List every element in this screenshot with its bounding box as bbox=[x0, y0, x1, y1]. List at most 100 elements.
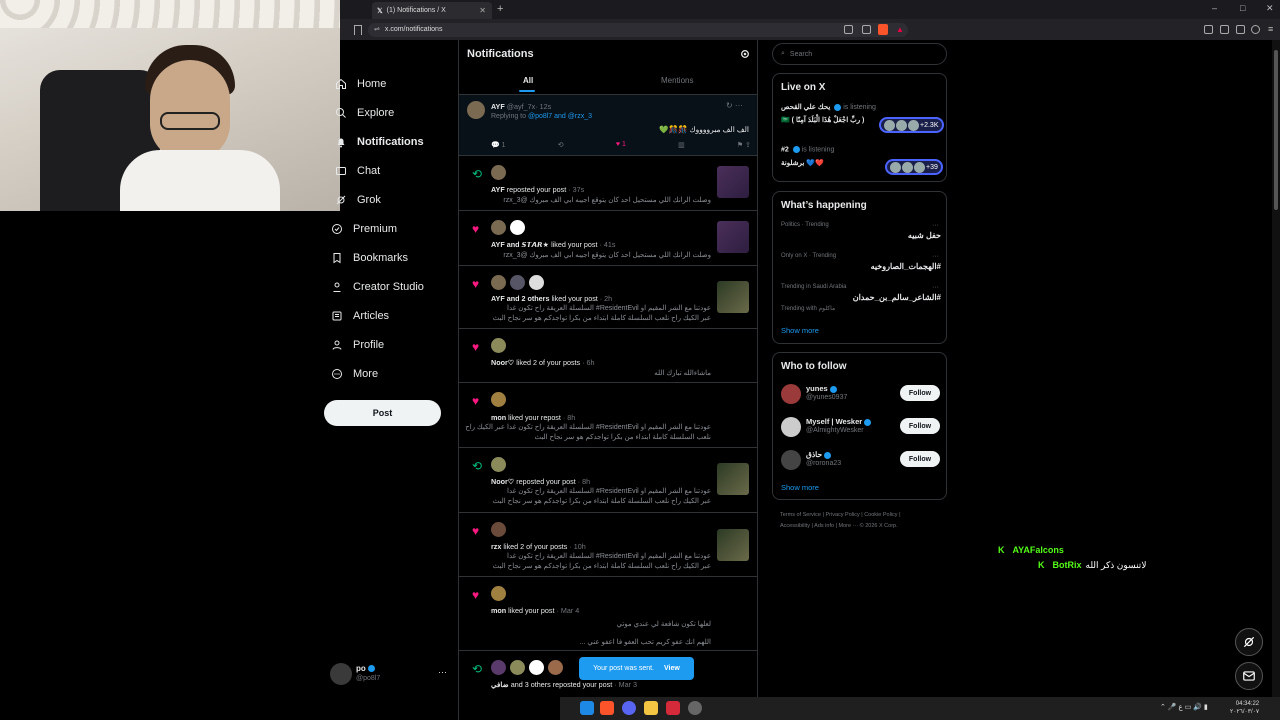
reply-post[interactable]: AYF @ayf_7x· 12s ↻ ··· Replying to @po8l… bbox=[459, 95, 757, 156]
avatar-group bbox=[491, 338, 506, 353]
repost-icon[interactable]: ⟲ bbox=[558, 141, 564, 149]
account-handle: @po8l7 bbox=[356, 675, 381, 682]
like-action[interactable]: ♥ 1 bbox=[616, 141, 626, 149]
home-icon bbox=[334, 78, 347, 91]
nav-home[interactable]: Home bbox=[334, 73, 386, 95]
gear-icon[interactable] bbox=[740, 49, 750, 59]
nav-creator-studio[interactable]: Creator Studio bbox=[330, 276, 424, 298]
post-preview: لعلها تكون شافعة لي عندي موتي bbox=[616, 621, 711, 628]
close-window-button[interactable]: ✕ bbox=[1266, 3, 1274, 14]
search-input[interactable]: ⌕ Search bbox=[772, 43, 947, 65]
notification-item[interactable]: ♥ AYF and 𝙎𝙏𝘼𝙍★ liked your post · 41s وص… bbox=[459, 212, 757, 266]
obs-icon[interactable] bbox=[688, 701, 702, 715]
show-more-link[interactable]: Show more bbox=[781, 326, 819, 335]
cast-icon[interactable] bbox=[844, 25, 853, 34]
post-preview: اللهم انك عفو كريم تحب العفو فا اعفو عني… bbox=[579, 639, 711, 646]
post-preview: عودتنا مع الشر المقيم او ResidentEvil# ا… bbox=[465, 424, 711, 431]
show-more-link[interactable]: Show more bbox=[781, 483, 819, 492]
reply-action[interactable]: 💬 1 bbox=[491, 141, 506, 149]
share-icon[interactable] bbox=[862, 25, 871, 34]
follow-button[interactable]: Follow bbox=[900, 418, 940, 434]
live-listeners[interactable]: +39 bbox=[885, 159, 943, 175]
nav-chat[interactable]: Chat bbox=[334, 160, 380, 182]
clock[interactable]: 04:34:22 ٢٠٢٦/٠٣/٠٧ bbox=[1230, 700, 1259, 716]
live-item[interactable]: #2 is listening bbox=[781, 146, 834, 153]
footer-link[interactable]: Privacy Policy bbox=[825, 512, 859, 518]
notification-item[interactable]: ♥ AYF and 2 others liked your post · 2h … bbox=[459, 267, 757, 329]
notification-item[interactable]: ♥ rzx liked 2 of your posts · 10h عودتنا… bbox=[459, 514, 757, 577]
start-icon[interactable] bbox=[580, 701, 594, 715]
follow-suggestion[interactable]: yunes @yunes0937 Follow bbox=[781, 382, 941, 408]
footer-link[interactable]: Cookie Policy bbox=[864, 512, 897, 518]
live-item[interactable]: يحك علي القحص is listening bbox=[781, 103, 876, 111]
post-button[interactable]: Post bbox=[324, 400, 441, 426]
notification-text: AYF reposted your post · 37s bbox=[491, 185, 585, 194]
bookmark-page-icon[interactable] bbox=[354, 25, 362, 35]
app-icon[interactable] bbox=[666, 701, 680, 715]
follow-suggestion[interactable]: حاذق @rorona23 Follow bbox=[781, 448, 941, 474]
notification-item[interactable]: ⟲ Noor♡ reposted your post · 8h عودتنا م… bbox=[459, 449, 757, 513]
footer-link[interactable]: Terms of Service bbox=[780, 512, 821, 518]
avatar bbox=[467, 101, 485, 119]
browser-tab[interactable]: 𝕏 (1) Notifications / X ✕ bbox=[372, 2, 492, 19]
nav-bookmarks[interactable]: Bookmarks bbox=[330, 247, 408, 269]
new-tab-button[interactable]: + bbox=[497, 3, 503, 15]
notification-item[interactable]: ⟲ AYF reposted your post · 37s وصلت الرا… bbox=[459, 157, 757, 211]
trend-item[interactable]: Only on X · Trending ··· #الهجمات_الصاروخي… bbox=[781, 253, 941, 271]
brave-rewards-icon[interactable]: ▲ bbox=[896, 25, 904, 34]
follow-suggestion[interactable]: Myself | Wesker @AlmightyWesker Follow bbox=[781, 415, 941, 441]
account-switcher[interactable]: po @po8l7 ··· bbox=[330, 660, 458, 690]
nav-notifications[interactable]: Notifications bbox=[334, 131, 424, 153]
reply-menu-icon[interactable]: ↻ ··· bbox=[726, 101, 743, 110]
tab-all[interactable]: All bbox=[518, 76, 536, 92]
url-text: x.com/notifications bbox=[384, 26, 443, 33]
account-more-icon[interactable]: ··· bbox=[438, 667, 447, 677]
brave-shields-icon[interactable] bbox=[878, 24, 888, 35]
notification-item[interactable]: ♥ mon liked your post · Mar 4 لعلها تكون… bbox=[459, 578, 757, 651]
trend-item[interactable]: Politics · Trending ··· حفل شبيه bbox=[781, 222, 941, 240]
follow-button[interactable]: Follow bbox=[900, 385, 940, 401]
nav-more[interactable]: More bbox=[330, 363, 378, 385]
tray-icons[interactable]: ⌃ 🎤 ع ▭ 🔊 ▮ bbox=[1160, 703, 1208, 711]
url-field[interactable]: ⇌ x.com/notifications bbox=[368, 23, 908, 37]
nav-articles[interactable]: Articles bbox=[330, 305, 389, 327]
brave-icon[interactable] bbox=[600, 701, 614, 715]
notification-item[interactable]: ♥ Noor♡ liked 2 of your posts · 6h ماشاء… bbox=[459, 330, 757, 383]
replying-to-handles[interactable]: @po8l7 and @rzx_3 bbox=[528, 113, 592, 120]
footer-link[interactable]: Ads info bbox=[814, 523, 834, 529]
extensions-icon[interactable] bbox=[1236, 25, 1245, 34]
menu-icon[interactable]: ≡ bbox=[1268, 24, 1273, 34]
sidebar-toggle-icon[interactable] bbox=[1204, 25, 1213, 34]
footer-link[interactable]: More ··· bbox=[839, 523, 859, 529]
nav-premium[interactable]: Premium bbox=[330, 218, 397, 240]
live-space-title[interactable]: ( ربِّ اجْعَلْ هَٰذَا الْبَلَدَ آمِنًا )… bbox=[781, 116, 864, 124]
wallet-icon[interactable] bbox=[1220, 25, 1229, 34]
nav-explore[interactable]: Explore bbox=[334, 102, 394, 124]
reply-handle: @ayf_7x bbox=[506, 102, 536, 111]
grok-fab-icon[interactable] bbox=[1235, 628, 1263, 656]
site-info-icon[interactable]: ⇌ bbox=[374, 26, 380, 33]
messages-fab-icon[interactable] bbox=[1235, 662, 1263, 690]
folder-icon[interactable] bbox=[644, 701, 658, 715]
bookmark-action-icon[interactable]: ⚑ ⇪ bbox=[737, 141, 751, 149]
heart-icon: ♥ bbox=[472, 394, 480, 408]
minimize-button[interactable]: – bbox=[1212, 3, 1217, 13]
discord-icon[interactable] bbox=[622, 701, 636, 715]
footer-link[interactable]: Accessibility bbox=[780, 523, 810, 529]
follow-button[interactable]: Follow bbox=[900, 451, 940, 467]
vpn-icon[interactable] bbox=[1251, 25, 1260, 34]
language-indicator[interactable]: ع bbox=[1178, 704, 1182, 711]
scrollbar[interactable] bbox=[1272, 40, 1280, 700]
live-space-title[interactable]: برشلونة 💙❤️ bbox=[781, 159, 824, 167]
avatar-group bbox=[491, 586, 506, 601]
notification-item[interactable]: ♥ mon liked your repost · 8h عودتنا مع ا… bbox=[459, 384, 757, 448]
trend-item[interactable]: Trending in Saudi Arabia ··· #الشاعر_سالم_… bbox=[781, 284, 941, 312]
maximize-button[interactable]: □ bbox=[1240, 3, 1245, 13]
live-listeners[interactable]: +2.3K bbox=[879, 117, 944, 133]
nav-profile[interactable]: Profile bbox=[330, 334, 384, 356]
tab-mentions[interactable]: Mentions bbox=[661, 76, 693, 85]
close-tab-icon[interactable]: ✕ bbox=[479, 6, 486, 15]
toast-view-link[interactable]: View bbox=[664, 665, 680, 672]
nav-grok[interactable]: Grok bbox=[334, 189, 381, 211]
views-icon[interactable]: ▥ bbox=[678, 141, 685, 149]
